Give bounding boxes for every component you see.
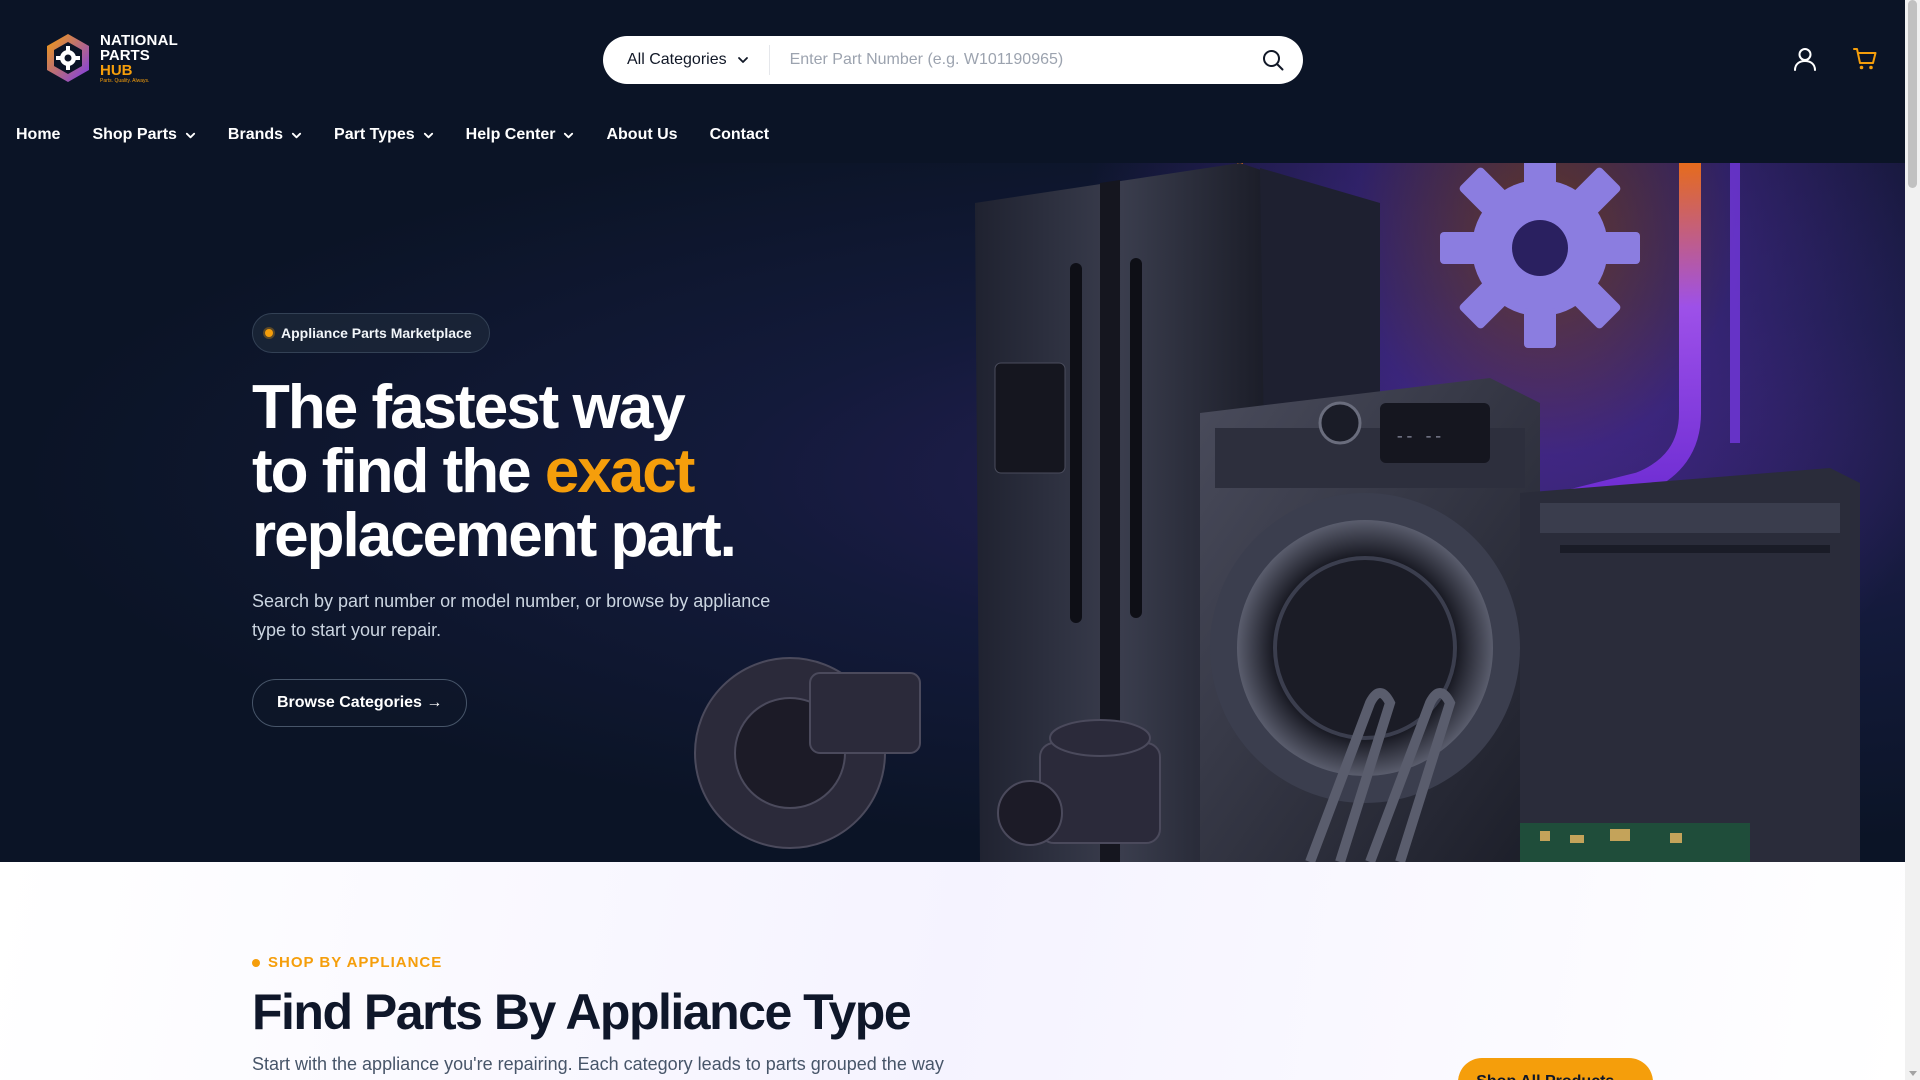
scrollbar[interactable] (1905, 0, 1920, 1080)
cart-icon[interactable] (1852, 46, 1878, 72)
nav-label: Brands (227, 126, 284, 143)
logo[interactable]: NATIONAL PARTS HUB Parts. Quality. Alway… (44, 30, 184, 86)
section-subtitle: Start with the appliance you're repairin… (252, 1054, 944, 1074)
chevron-down-icon (737, 57, 748, 63)
nav-label: Shop Parts (92, 126, 177, 143)
nav-label: Part Types (334, 126, 415, 143)
badge-label: Appliance Parts Marketplace (281, 325, 472, 341)
chevron-down-icon (185, 132, 196, 138)
search-bar: All Categories (603, 36, 1303, 84)
category-select-label: All Categories (627, 51, 727, 68)
category-select[interactable]: All Categories (603, 45, 770, 75)
shop-all-products-button[interactable]: Shop All Products → (1458, 1058, 1653, 1080)
logo-text: NATIONAL PARTS HUB Parts. Quality. Alway… (100, 33, 178, 84)
chevron-down-icon (423, 132, 433, 138)
main-nav: Home Shop Parts Brands Part Types Help C… (16, 122, 801, 148)
hero-subtitle: Search by part number or model number, o… (252, 591, 771, 640)
nav-label: Help Center (465, 126, 556, 143)
nav-item-part-types[interactable]: Part Types (334, 126, 434, 144)
hero-title-line1: The fastest way (252, 373, 686, 442)
scroll-down-arrow-icon[interactable] (1909, 1071, 1917, 1076)
appliances-illustration: -- -- (694, 163, 1860, 862)
hero-title-line2-pre: to find the (252, 437, 545, 506)
browse-categories-button[interactable]: Browse Categories → (252, 679, 468, 727)
logo-line-1: NATIONAL (100, 31, 178, 49)
shop-by-appliance-section: SHOP BY APPLIANCE Find Parts By Applianc… (0, 862, 1905, 1080)
chevron-down-icon (564, 132, 574, 138)
logo-line-3: HUB (100, 61, 133, 79)
svg-text:-- --: -- -- (1395, 428, 1443, 446)
hero-title: The fastest way to find the exact replac… (252, 376, 852, 568)
hero-title-accent: exact (544, 437, 696, 506)
hero-section: -- -- Appliance Parts Marketplace The fa… (0, 163, 1905, 862)
nav-item-brands[interactable]: Brands (228, 126, 302, 144)
nav-item-contact[interactable]: Contact (710, 126, 770, 144)
search-icon (1263, 50, 1284, 71)
search-button[interactable] (1249, 36, 1297, 84)
scrollbar-thumb[interactable] (1908, 0, 1917, 188)
site-header: NATIONAL PARTS HUB Parts. Quality. Alway… (0, 0, 1905, 163)
logo-tagline: Parts. Quality. Always. (100, 77, 150, 84)
logo-hexagon-gear-icon (44, 32, 92, 84)
chevron-down-icon (291, 132, 302, 138)
eyebrow-dot (252, 958, 260, 967)
badge-dot (265, 329, 273, 337)
nav-item-about-us[interactable]: About Us (606, 126, 677, 144)
logo-line-2: PARTS (100, 46, 150, 64)
section-eyebrow: SHOP BY APPLIANCE (252, 954, 442, 971)
section-title: Find Parts By Appliance Type (252, 984, 912, 1040)
eyebrow-label: SHOP BY APPLIANCE (268, 954, 443, 971)
user-icon[interactable] (1792, 46, 1818, 72)
search-input[interactable] (769, 36, 1249, 84)
nav-label: Contact (709, 126, 770, 143)
hero-title-line3: replacement part. (252, 501, 737, 570)
hero-badge: Appliance Parts Marketplace (252, 313, 490, 353)
nav-item-shop-parts[interactable]: Shop Parts (92, 126, 196, 144)
nav-item-home[interactable]: Home (16, 126, 60, 144)
nav-label: About Us (606, 126, 678, 143)
nav-item-help-center[interactable]: Help Center (466, 126, 575, 144)
nav-label: Home (16, 126, 61, 143)
